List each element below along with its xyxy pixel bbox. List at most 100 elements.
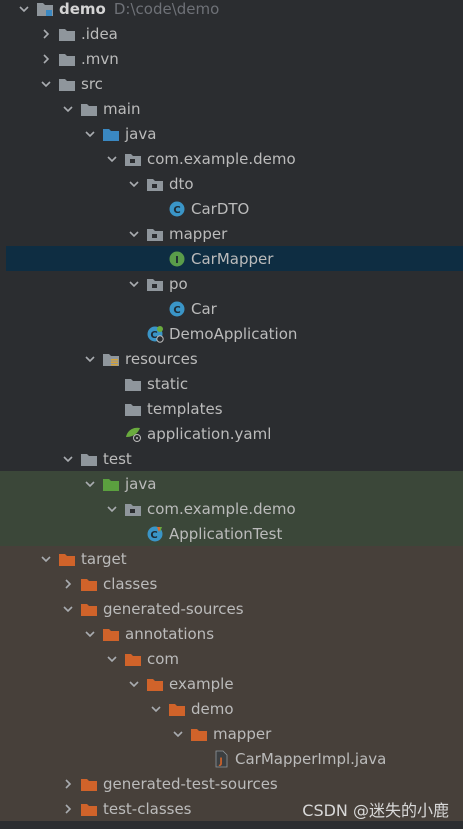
tree-label: annotations — [125, 624, 215, 643]
excluded-folder-icon — [80, 600, 98, 618]
tree-label: mapper — [213, 724, 272, 743]
chevron-down-icon[interactable] — [126, 226, 142, 242]
resources-folder-icon — [102, 350, 120, 368]
chevron-right-icon[interactable] — [60, 776, 76, 792]
tree-row-file-carmapperimpl-java[interactable]: J CarMapperImpl.java — [0, 746, 463, 771]
excluded-folder-icon — [168, 700, 186, 718]
tree-row-folder-main[interactable]: main — [0, 96, 463, 121]
tree-row-file-carmapper[interactable]: I CarMapper — [6, 246, 463, 271]
tree-row-folder-target[interactable]: target — [0, 546, 463, 571]
excluded-folder-icon — [80, 575, 98, 593]
chevron-down-icon[interactable] — [60, 101, 76, 117]
tree-label: generated-sources — [103, 599, 244, 618]
chevron-down-icon[interactable] — [104, 151, 120, 167]
tree-label: mapper — [169, 224, 228, 243]
tree-row-folder-static[interactable]: static — [0, 371, 463, 396]
tree-row-package-mapper[interactable]: mapper — [0, 221, 463, 246]
tree-row-folder-classes[interactable]: classes — [0, 571, 463, 596]
chevron-right-icon[interactable] — [38, 26, 54, 42]
tree-label: main — [103, 99, 141, 118]
tree-label: com.example.demo — [147, 149, 296, 168]
class-icon: C — [168, 200, 186, 218]
spring-class-icon: C — [146, 325, 164, 343]
java-file-icon: J — [212, 750, 230, 768]
chevron-down-icon[interactable] — [104, 651, 120, 667]
chevron-down-icon[interactable] — [16, 1, 32, 17]
class-icon: C — [168, 300, 186, 318]
chevron-down-icon[interactable] — [38, 551, 54, 567]
tree-row-folder-com[interactable]: com — [0, 646, 463, 671]
folder-icon — [58, 75, 76, 93]
excluded-folder-icon — [58, 550, 76, 568]
tree-label: test-classes — [103, 799, 192, 818]
chevron-down-icon[interactable] — [126, 276, 142, 292]
excluded-folder-icon — [124, 650, 142, 668]
tree-row-file-demoapplication[interactable]: C DemoApplication — [0, 321, 463, 346]
tree-row-folder-mapper-generated[interactable]: mapper — [0, 721, 463, 746]
tree-row-file-applicationtest[interactable]: C ApplicationTest — [0, 521, 463, 546]
tree-label: Car — [191, 299, 217, 318]
chevron-down-icon[interactable] — [82, 476, 98, 492]
tree-label: .mvn — [81, 49, 119, 68]
package-icon — [146, 275, 164, 293]
tree-label: com — [147, 649, 180, 668]
test-class-icon: C — [146, 525, 164, 543]
tree-label: CarMapper — [191, 249, 274, 268]
chevron-down-icon[interactable] — [38, 76, 54, 92]
tree-row-folder-idea[interactable]: .idea — [0, 21, 463, 46]
tree-row-folder-example[interactable]: example — [0, 671, 463, 696]
tree-row-project-root[interactable]: demo D:\code\demo — [0, 0, 463, 21]
tree-row-folder-test[interactable]: test — [0, 446, 463, 471]
tree-row-package-test-com-example-demo[interactable]: com.example.demo — [0, 496, 463, 521]
chevron-down-icon[interactable] — [60, 451, 76, 467]
tree-row-folder-annotations[interactable]: annotations — [0, 621, 463, 646]
tree-label: CarDTO — [191, 199, 250, 218]
yaml-icon — [124, 425, 142, 443]
tree-label: java — [125, 124, 157, 143]
tree-row-file-application-yaml[interactable]: application.yaml — [0, 421, 463, 446]
tree-row-package-po[interactable]: po — [0, 271, 463, 296]
chevron-down-icon[interactable] — [148, 701, 164, 717]
chevron-down-icon[interactable] — [82, 126, 98, 142]
tree-label: .idea — [81, 24, 118, 43]
tree-row-folder-resources[interactable]: resources — [0, 346, 463, 371]
chevron-down-icon[interactable] — [126, 676, 142, 692]
chevron-down-icon[interactable] — [60, 601, 76, 617]
tree-row-folder-templates[interactable]: templates — [0, 396, 463, 421]
tree-label: po — [169, 274, 188, 293]
tree-label: test — [103, 449, 132, 468]
excluded-folder-icon — [102, 625, 120, 643]
test-folder-icon — [102, 475, 120, 493]
tree-label: example — [169, 674, 234, 693]
tree-label: classes — [103, 574, 158, 593]
tree-row-folder-generated-sources[interactable]: generated-sources — [0, 596, 463, 621]
tree-row-package-dto[interactable]: dto — [0, 171, 463, 196]
tree-row-folder-mvn[interactable]: .mvn — [0, 46, 463, 71]
tree-label: java — [125, 474, 157, 493]
tree-row-folder-demo[interactable]: demo — [0, 696, 463, 721]
chevron-right-icon[interactable] — [60, 576, 76, 592]
tree-label: target — [81, 549, 127, 568]
svg-text:C: C — [150, 530, 157, 541]
tree-row-folder-java[interactable]: java — [0, 121, 463, 146]
tree-row-package-com-example-demo[interactable]: com.example.demo — [0, 146, 463, 171]
chevron-down-icon[interactable] — [126, 176, 142, 192]
folder-icon — [124, 375, 142, 393]
watermark: CSDN @迷失的小鹿 — [302, 801, 449, 820]
project-tree: demo D:\code\demo .idea .mvn src main jav… — [0, 0, 463, 829]
chevron-down-icon[interactable] — [82, 626, 98, 642]
project-path: D:\code\demo — [113, 0, 220, 18]
chevron-right-icon[interactable] — [38, 51, 54, 67]
chevron-down-icon[interactable] — [82, 351, 98, 367]
tree-label: application.yaml — [147, 424, 272, 443]
chevron-down-icon[interactable] — [104, 501, 120, 517]
tree-row-folder-generated-test-sources[interactable]: generated-test-sources — [0, 771, 463, 796]
chevron-right-icon[interactable] — [60, 801, 76, 817]
tree-row-file-cardto[interactable]: C CarDTO — [0, 196, 463, 221]
tree-label: resources — [125, 349, 198, 368]
excluded-folder-icon — [80, 775, 98, 793]
tree-row-folder-test-java[interactable]: java — [0, 471, 463, 496]
tree-row-folder-src[interactable]: src — [0, 71, 463, 96]
tree-row-file-car[interactable]: C Car — [0, 296, 463, 321]
chevron-down-icon[interactable] — [170, 726, 186, 742]
